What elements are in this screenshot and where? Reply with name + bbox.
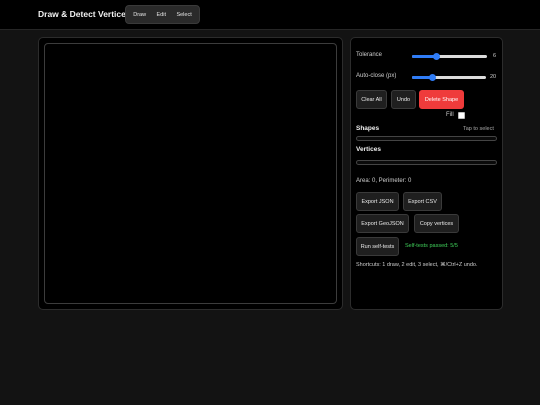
- tolerance-value: 6: [493, 53, 497, 59]
- copy-vertices-button[interactable]: Copy vertices: [414, 214, 459, 233]
- mode-toggle-group: Draw Edit Select: [125, 5, 200, 24]
- canvas-panel: [38, 37, 343, 310]
- tolerance-slider[interactable]: [412, 52, 487, 60]
- fill-checkbox[interactable]: [458, 112, 465, 119]
- self-tests-status: Self-tests passed: 5/5: [405, 243, 458, 249]
- run-self-tests-button[interactable]: Run self-tests: [356, 237, 399, 256]
- side-panel: Tolerance 6 Auto-close (px) 20 Clear All…: [350, 37, 503, 310]
- top-bar: Draw & Detect Vertices Draw Edit Select: [0, 0, 540, 30]
- vertices-list[interactable]: [356, 160, 497, 165]
- autoclose-slider-thumb[interactable]: [429, 73, 437, 81]
- export-json-button[interactable]: Export JSON: [356, 192, 399, 211]
- shortcuts-text: Shortcuts: 1 draw, 2 edit, 3 select, ⌘/C…: [356, 262, 478, 268]
- shapes-hint: Tap to select: [463, 126, 494, 132]
- export-geojson-button[interactable]: Export GeoJSON: [356, 214, 409, 233]
- delete-shape-button[interactable]: Delete Shape: [419, 90, 464, 109]
- fill-label: Fill: [446, 112, 454, 118]
- mode-select-button[interactable]: Select: [173, 10, 194, 20]
- metrics-text: Area: 0, Perimeter: 0: [356, 178, 412, 184]
- mode-edit-button[interactable]: Edit: [154, 10, 169, 20]
- vertices-title: Vertices: [356, 146, 381, 153]
- shapes-list[interactable]: [356, 136, 497, 141]
- autoclose-label: Auto-close (px): [356, 73, 397, 79]
- export-csv-button[interactable]: Export CSV: [403, 192, 442, 211]
- clear-all-button[interactable]: Clear All: [356, 90, 387, 109]
- drawing-canvas[interactable]: [44, 43, 337, 304]
- autoclose-value: 20: [490, 74, 497, 80]
- undo-button[interactable]: Undo: [391, 90, 416, 109]
- autoclose-slider[interactable]: [412, 73, 486, 81]
- mode-draw-button[interactable]: Draw: [130, 10, 149, 20]
- tolerance-label: Tolerance: [356, 52, 383, 58]
- tolerance-slider-thumb[interactable]: [432, 52, 440, 60]
- shapes-title: Shapes: [356, 125, 380, 132]
- app-title: Draw & Detect Vertices: [38, 9, 131, 19]
